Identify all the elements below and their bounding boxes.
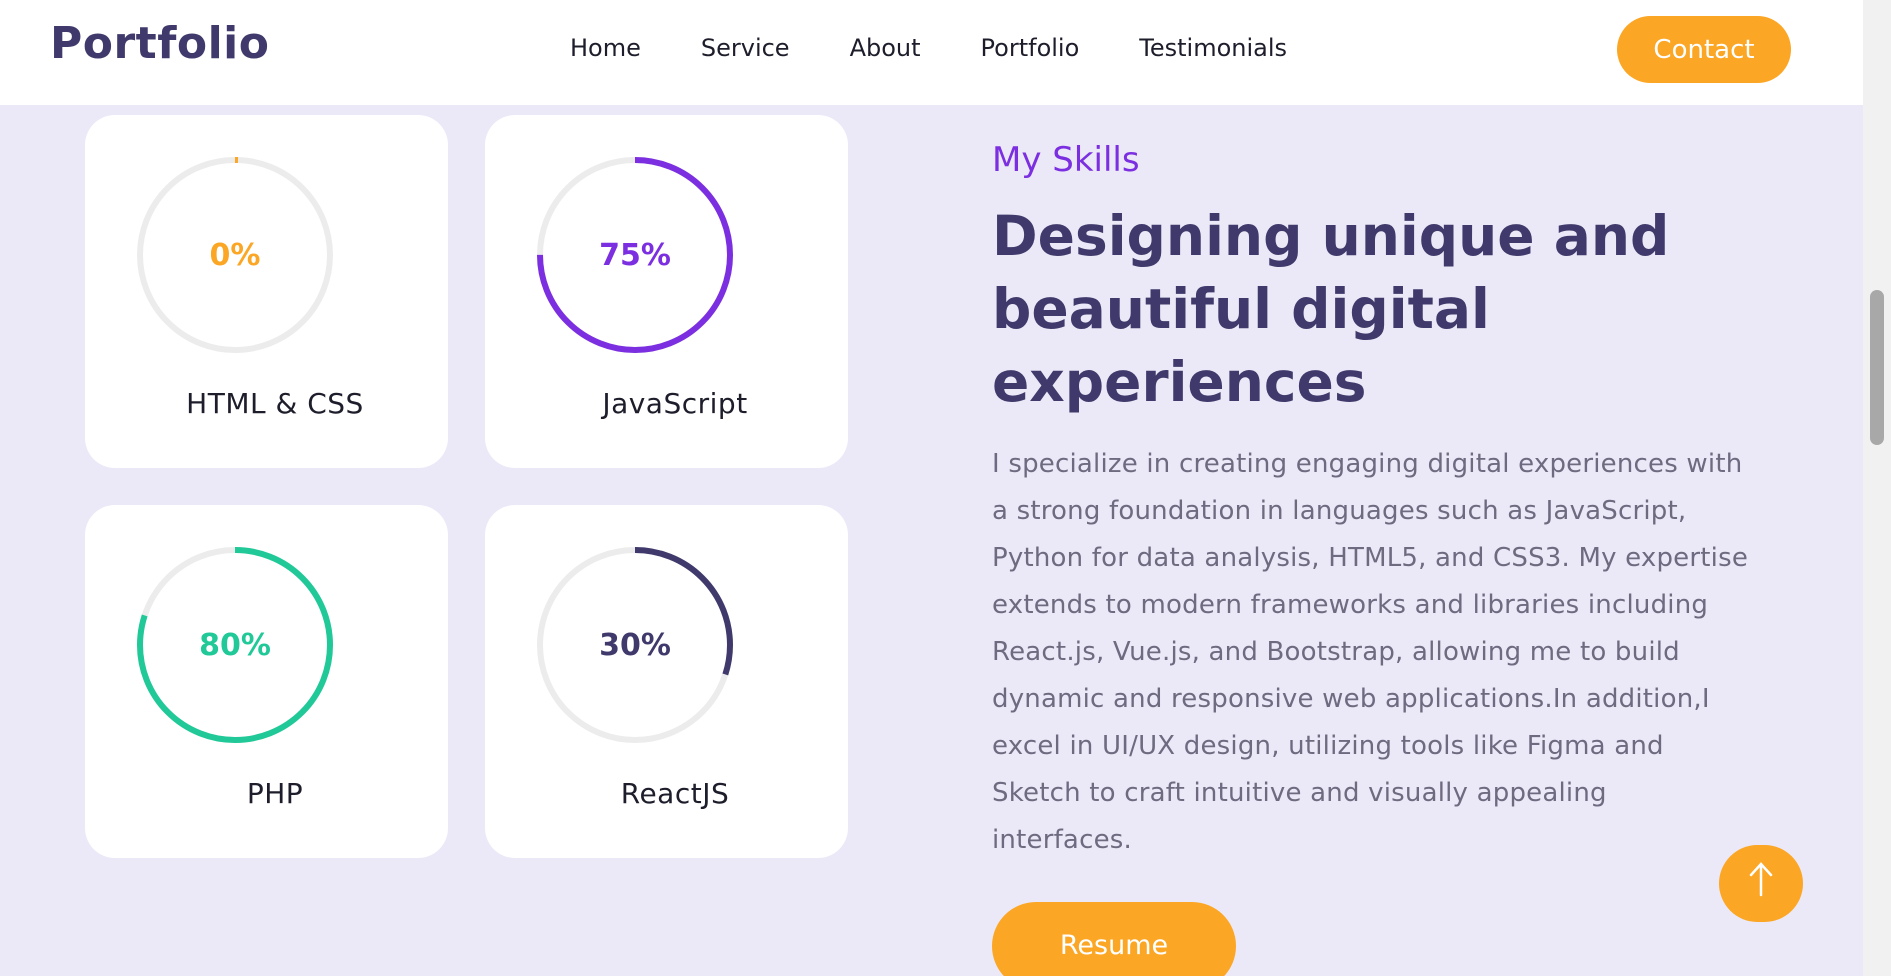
nav-about[interactable]: About (850, 34, 921, 62)
scroll-to-top-button[interactable] (1719, 845, 1803, 922)
nav-testimonials[interactable]: Testimonials (1139, 34, 1287, 62)
skill-label: HTML & CSS (186, 387, 364, 420)
skill-percent: 30% (599, 627, 671, 663)
skill-card-php: 80% PHP (85, 505, 448, 858)
site-header: Portfolio Home Service About Portfolio T… (0, 0, 1863, 105)
nav-portfolio[interactable]: Portfolio (981, 34, 1080, 62)
resume-button[interactable]: Resume (992, 902, 1236, 976)
skill-percent: 80% (199, 627, 271, 663)
skill-label: JavaScript (602, 387, 748, 420)
skill-card-reactjs: 30% ReactJS (485, 505, 848, 858)
skill-card-javascript: 75% JavaScript (485, 115, 848, 468)
page-scrollbar[interactable] (1863, 0, 1891, 976)
skill-card-html-css: 0% HTML & CSS (85, 115, 448, 468)
skill-label: ReactJS (620, 777, 730, 810)
section-kicker: My Skills (992, 140, 1140, 180)
skill-percent: 75% (599, 237, 671, 273)
section-headline: Designing unique and beautiful digital e… (992, 204, 1670, 414)
main-nav: Home Service About Portfolio Testimonial… (570, 34, 1347, 62)
nav-home[interactable]: Home (570, 34, 641, 62)
skill-label: PHP (246, 777, 304, 810)
arrow-up-icon (1748, 861, 1774, 906)
site-logo[interactable]: Portfolio (50, 18, 269, 69)
scrollbar-thumb[interactable] (1870, 290, 1884, 445)
skill-percent: 0% (209, 237, 261, 273)
section-description: I specialize in creating engaging digita… (992, 449, 1749, 855)
nav-service[interactable]: Service (701, 34, 790, 62)
contact-button[interactable]: Contact (1617, 16, 1791, 83)
skills-intro: My Skills Designing unique and beautiful… (992, 140, 1752, 864)
